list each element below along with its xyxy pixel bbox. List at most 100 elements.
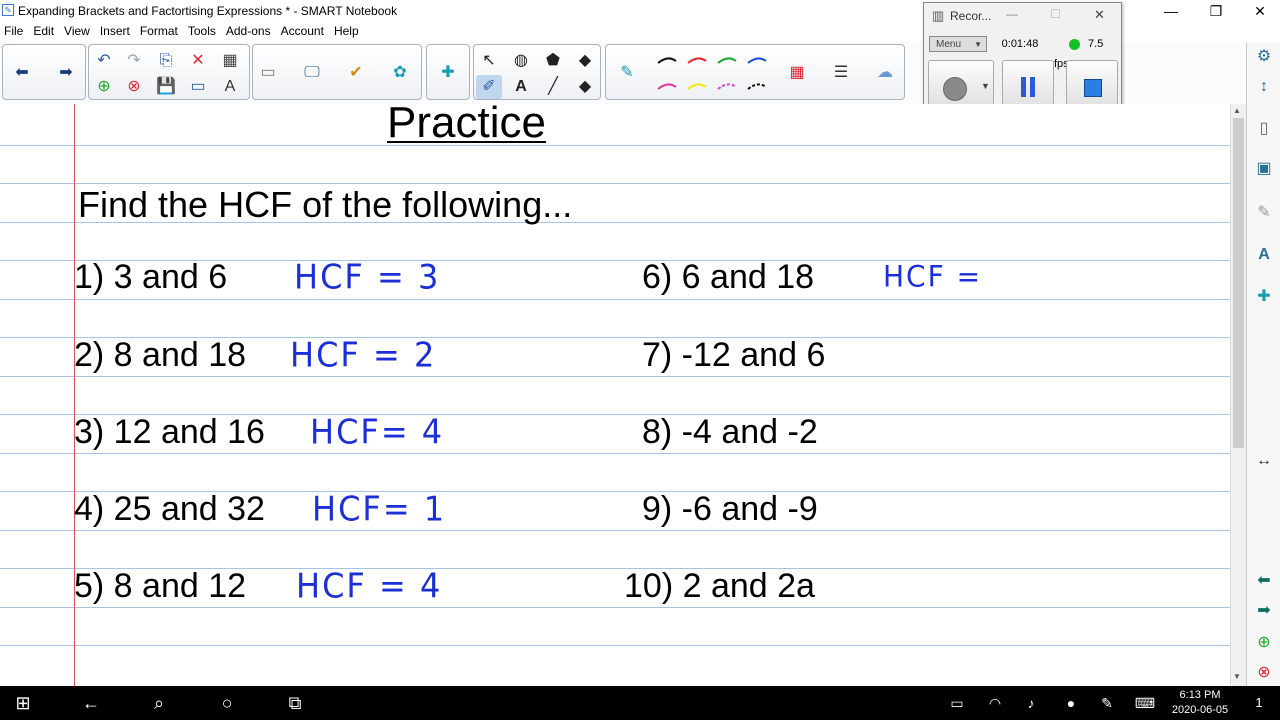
answer-4-handwriting[interactable]: HCF= 1	[312, 489, 446, 529]
move-sidebar-icon[interactable]: ↕	[1251, 74, 1277, 100]
polygon-icon[interactable]: ⬟	[540, 49, 566, 73]
search-icon[interactable]: ⌕	[146, 691, 172, 715]
pen-color-yellow[interactable]	[687, 83, 707, 90]
keyboard-icon[interactable]: ⌨	[1132, 691, 1158, 715]
answer-1-handwriting[interactable]: HCF = 3	[294, 257, 440, 297]
add-page-icon[interactable]: ⊕	[91, 75, 117, 99]
notebook-page[interactable]: Practice Find the HCF of the following..…	[0, 104, 1230, 686]
add-on-icon[interactable]: ✿	[387, 61, 413, 85]
menu-format[interactable]: Format	[136, 24, 184, 38]
table-icon[interactable]: ▦	[217, 49, 243, 73]
pen-color-green[interactable]	[717, 57, 737, 64]
response-icon[interactable]: ✔	[343, 61, 369, 85]
sidebar-add-page-icon[interactable]: ⊕	[1251, 630, 1277, 656]
scroll-thumb[interactable]	[1233, 118, 1244, 448]
vertical-scrollbar[interactable]: ▲ ▼	[1230, 104, 1246, 686]
pen-color-black[interactable]	[657, 57, 677, 64]
display-icon[interactable]: 🖵	[299, 61, 325, 85]
paste-icon[interactable]: ⎘	[153, 49, 179, 73]
delete-icon[interactable]: ✕	[185, 49, 211, 73]
microphone-icon[interactable]: ●	[1060, 691, 1082, 715]
pen-color-red[interactable]	[687, 57, 707, 64]
gallery-icon[interactable]: ▣	[1251, 156, 1277, 182]
resize-sidebar-icon[interactable]: ↔	[1251, 448, 1277, 474]
attachments-icon[interactable]: ✎	[1251, 200, 1277, 226]
puzzle-icon[interactable]: ✚	[435, 61, 461, 85]
answer-2-handwriting[interactable]: HCF = 2	[290, 335, 436, 375]
answer-5-handwriting[interactable]: HCF = 4	[296, 566, 442, 606]
question-4: 4) 25 and 32	[74, 490, 265, 528]
sidebar-previous-arrow-icon[interactable]: ⬅	[1251, 568, 1277, 594]
task-view-icon[interactable]: ⧉	[282, 691, 308, 715]
undo-icon[interactable]: ↶	[91, 49, 117, 73]
clock-time[interactable]: 6:13 PM	[1170, 689, 1230, 701]
ruled-line	[0, 376, 1230, 377]
delete-page-icon[interactable]: ⊗	[121, 75, 147, 99]
recorder-title: Recor...	[950, 9, 992, 23]
pen-color-pink[interactable]	[657, 83, 677, 90]
maximize-button[interactable]: ❐	[1194, 0, 1238, 22]
previous-page-arrow-icon[interactable]: ⬅	[9, 61, 35, 85]
battery-icon[interactable]: ▭	[946, 691, 968, 715]
page-sorter-icon[interactable]: ▯	[1251, 116, 1277, 142]
redo-icon[interactable]: ↷	[121, 49, 147, 73]
menu-view[interactable]: View	[60, 24, 96, 38]
windows-start-icon[interactable]: ⊞	[10, 691, 36, 715]
recorder-maximize-icon[interactable]: ☐	[1050, 7, 1061, 21]
pen-color-magenta[interactable]	[717, 83, 737, 90]
screen-shade-icon[interactable]: ▭	[185, 75, 211, 99]
add-ons-icon[interactable]: ✚	[1251, 284, 1277, 310]
next-page-arrow-icon[interactable]: ➡	[53, 61, 79, 85]
fill-icon[interactable]: ◆	[572, 49, 598, 73]
sidebar-delete-page-icon[interactable]: ⊗	[1251, 660, 1277, 686]
pen-color-blue[interactable]	[747, 57, 767, 64]
question-9: 9) -6 and -9	[642, 490, 818, 528]
scroll-up-icon[interactable]: ▲	[1233, 106, 1241, 115]
close-button[interactable]: ✕	[1238, 0, 1280, 22]
save-icon[interactable]: 💾	[153, 75, 179, 99]
page-heading: Practice	[387, 104, 546, 147]
pen-properties-group: ✎ ▦ ☰ ☁	[605, 44, 905, 100]
volume-icon[interactable]: ♪	[1020, 691, 1042, 715]
ruled-line	[0, 145, 1230, 146]
menu-insert[interactable]: Insert	[96, 24, 136, 38]
eraser-icon[interactable]: ◆	[572, 75, 598, 99]
properties-icon[interactable]: A	[1251, 242, 1277, 268]
menu-account[interactable]: Account	[277, 24, 330, 38]
menu-file[interactable]: File	[0, 24, 29, 38]
tools-group: ↖ ◍ ⬟ ◆ ✐ A ╱ ◆	[473, 44, 601, 100]
color-palette-icon[interactable]: ▦	[784, 61, 810, 85]
recorder-minimize-icon[interactable]: —	[1006, 7, 1018, 21]
menu-edit[interactable]: Edit	[29, 24, 60, 38]
scroll-down-icon[interactable]: ▼	[1233, 672, 1241, 681]
text-icon[interactable]: A	[508, 75, 534, 99]
line-icon[interactable]: ╱	[540, 75, 566, 99]
insert-group: ▭ 🖵 ✔ ✿	[252, 44, 422, 100]
pens-icon[interactable]: ✐	[476, 75, 502, 99]
recorder-menu-dropdown[interactable]: Menu ▼	[929, 36, 987, 52]
notifications-icon[interactable]: 1	[1244, 691, 1274, 715]
minimize-button[interactable]: —	[1149, 0, 1193, 22]
answer-6-handwriting[interactable]: HCF =	[883, 259, 982, 294]
shapes-icon[interactable]: ◍	[508, 49, 534, 73]
select-icon[interactable]: ↖	[476, 49, 502, 73]
wifi-icon[interactable]: ◠	[984, 691, 1006, 715]
pen-color-black-dashed[interactable]	[747, 83, 767, 90]
pen-workspace-icon[interactable]: ✎	[1096, 691, 1118, 715]
cortana-icon[interactable]: ○	[214, 691, 240, 715]
pen-type-icon[interactable]: ✎	[614, 61, 640, 85]
effects-icon[interactable]: ☁	[872, 61, 898, 85]
recorder-close-button[interactable]: ✕	[1094, 7, 1105, 23]
menu-tools[interactable]: Tools	[184, 24, 222, 38]
record-options-chevron-icon[interactable]: ▼	[981, 81, 990, 91]
capture-icon[interactable]: ▭	[255, 61, 281, 85]
clock-date[interactable]: 2020-06-05	[1166, 704, 1234, 716]
line-style-icon[interactable]: ☰	[828, 61, 854, 85]
back-arrow-icon[interactable]: ←	[78, 691, 104, 715]
text-recognition-icon[interactable]: A	[217, 75, 243, 99]
answer-3-handwriting[interactable]: HCF= 4	[310, 412, 444, 452]
settings-gear-icon[interactable]: ⚙	[1251, 44, 1277, 70]
menu-add-ons[interactable]: Add-ons	[222, 24, 277, 38]
sidebar-next-arrow-icon[interactable]: ➡	[1251, 598, 1277, 624]
menu-help[interactable]: Help	[330, 24, 365, 38]
